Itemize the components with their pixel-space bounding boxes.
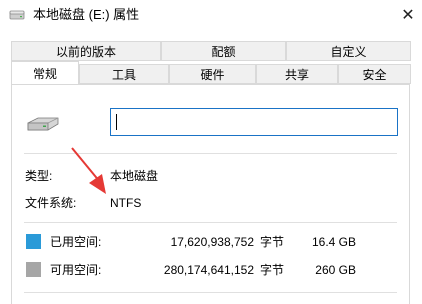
title-bar: 本地磁盘 (E:) 属性 ✕ — [0, 0, 422, 30]
divider-bottom — [24, 292, 397, 293]
tab-sharing[interactable]: 共享 — [256, 64, 338, 84]
tab-quota[interactable]: 配额 — [161, 41, 286, 61]
tab-tools[interactable]: 工具 — [79, 64, 169, 84]
tab-hardware[interactable]: 硬件 — [169, 64, 256, 84]
tab-strip: 以前的版本 配额 自定义 常规 工具 硬件 共享 安全 — [11, 41, 411, 85]
text-caret — [116, 114, 117, 130]
file-system-label: 文件系统: — [25, 196, 77, 210]
tab-general[interactable]: 常规 — [11, 61, 79, 85]
close-button[interactable]: ✕ — [394, 0, 422, 30]
tab-security[interactable]: 安全 — [338, 64, 411, 84]
used-space-label: 已用空间: — [50, 235, 102, 249]
close-icon: ✕ — [401, 7, 415, 24]
drive-icon — [9, 10, 25, 20]
type-label: 类型: — [25, 169, 53, 183]
hard-drive-icon — [27, 117, 59, 131]
free-space-unit: 字节 — [260, 263, 285, 277]
window-title: 本地磁盘 (E:) 属性 — [33, 7, 140, 22]
volume-name-input[interactable] — [110, 108, 398, 136]
used-space-bytes: 17,620,938,752 — [170, 235, 254, 249]
file-system-value: NTFS — [110, 196, 142, 210]
red-arrow-annotation — [71, 147, 106, 194]
tab-previous-versions[interactable]: 以前的版本 — [11, 41, 161, 61]
free-space-bytes: 280,174,641,152 — [163, 263, 254, 277]
used-space-size: 16.4 GB — [311, 235, 356, 249]
type-value: 本地磁盘 — [110, 169, 159, 183]
free-space-size: 260 GB — [315, 263, 356, 277]
tab-customize[interactable]: 自定义 — [286, 41, 411, 61]
used-space-unit: 字节 — [260, 235, 285, 249]
used-space-swatch — [26, 234, 41, 249]
divider-mid — [24, 222, 397, 223]
free-space-label: 可用空间: — [50, 263, 102, 277]
free-space-swatch — [26, 262, 41, 277]
